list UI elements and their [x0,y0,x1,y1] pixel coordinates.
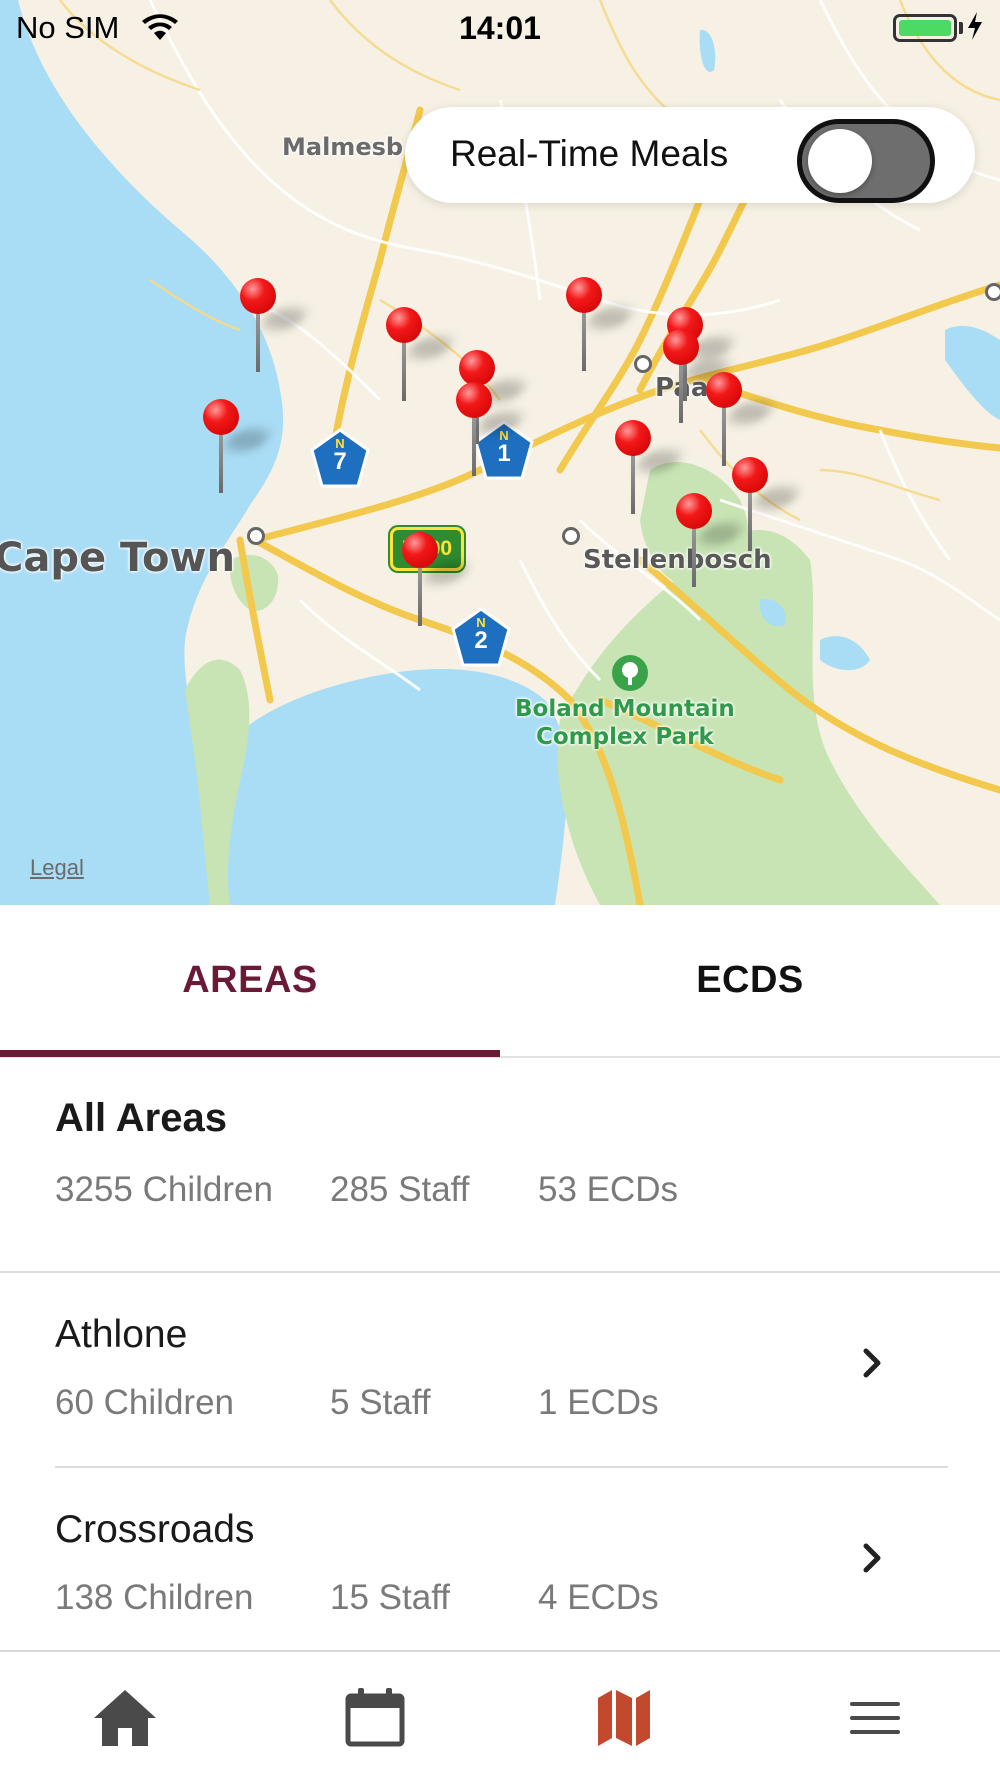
tab-active-indicator [0,1050,500,1057]
park-icon [612,655,648,691]
map-pin[interactable] [674,493,747,593]
battery-cap [959,22,963,34]
nav-home[interactable] [90,1686,160,1750]
tab-ecds[interactable]: ECDS [500,905,1000,1055]
area-ecds: 4 ECDs [538,1578,659,1617]
area-row-crossroads[interactable]: Crossroads 138 Children 15 Staff 4 ECDs [0,1468,1000,1663]
map-icon [598,1690,650,1746]
road-shield-n7: N 7 [309,428,371,490]
city-dot-stellenbosch [562,527,580,545]
area-staff: 5 Staff [330,1383,431,1422]
area-ecds: 1 ECDs [538,1383,659,1422]
summary-children: 3255 Children [55,1170,273,1209]
nav-calendar[interactable] [340,1686,410,1750]
map-pin[interactable] [564,277,637,377]
nav-menu[interactable] [840,1686,910,1750]
real-time-meals-card: Real-Time Meals [405,107,975,203]
city-dot-cape-town [247,527,265,545]
place-label-cape-town: Cape Town [0,535,235,581]
road-shield-n2: N 2 [450,607,512,669]
map-pin[interactable] [661,329,734,429]
place-label-malmesbury: Malmesb [282,133,404,161]
summary-title: All Areas [55,1096,227,1140]
map-pin[interactable] [454,382,527,482]
map-pin[interactable] [613,420,686,520]
map-pin[interactable] [238,278,311,378]
area-name: Crossroads [55,1508,255,1551]
home-icon [94,1690,156,1746]
area-name: Athlone [55,1313,188,1356]
clock: 14:01 [459,10,541,46]
menu-icon [850,1702,900,1734]
area-children: 138 Children [55,1578,254,1617]
all-areas-summary: All Areas 3255 Children 285 Staff 53 ECD… [0,1058,1000,1273]
chevron-right-icon [863,1543,881,1573]
area-row-athlone[interactable]: Athlone 60 Children 5 Staff 1 ECDs [0,1273,1000,1468]
map-view[interactable]: Malmesb Paarl Cape Town Stellenbosch Bol… [0,0,1000,905]
summary-staff: 285 Staff [330,1170,470,1209]
area-staff: 15 Staff [330,1578,451,1617]
tab-areas[interactable]: AREAS [0,905,500,1055]
real-time-meals-toggle[interactable] [797,119,935,203]
real-time-meals-label: Real-Time Meals [450,133,729,174]
chevron-right-icon [863,1348,881,1378]
map-pin[interactable] [384,307,457,407]
map-pin[interactable] [400,532,473,632]
toggle-knob [808,129,872,193]
status-bar: No SIM 14:01 [0,0,1000,56]
nav-map[interactable] [590,1686,660,1750]
area-children: 60 Children [55,1383,234,1422]
calendar-icon [345,1688,405,1747]
city-dot-east [985,283,1000,301]
bottom-nav-bar [0,1650,1000,1778]
battery-icon [893,14,957,42]
tab-bar: AREAS ECDS [0,905,1000,1058]
map-pin[interactable] [201,399,274,499]
place-label-boland-park: Boland Mountain Complex Park [515,696,735,750]
city-dot-paarl [634,355,652,373]
charging-bolt-icon [968,12,982,40]
legal-link[interactable]: Legal [30,855,84,881]
map-pin[interactable] [730,457,803,557]
summary-ecds: 53 ECDs [538,1170,679,1209]
